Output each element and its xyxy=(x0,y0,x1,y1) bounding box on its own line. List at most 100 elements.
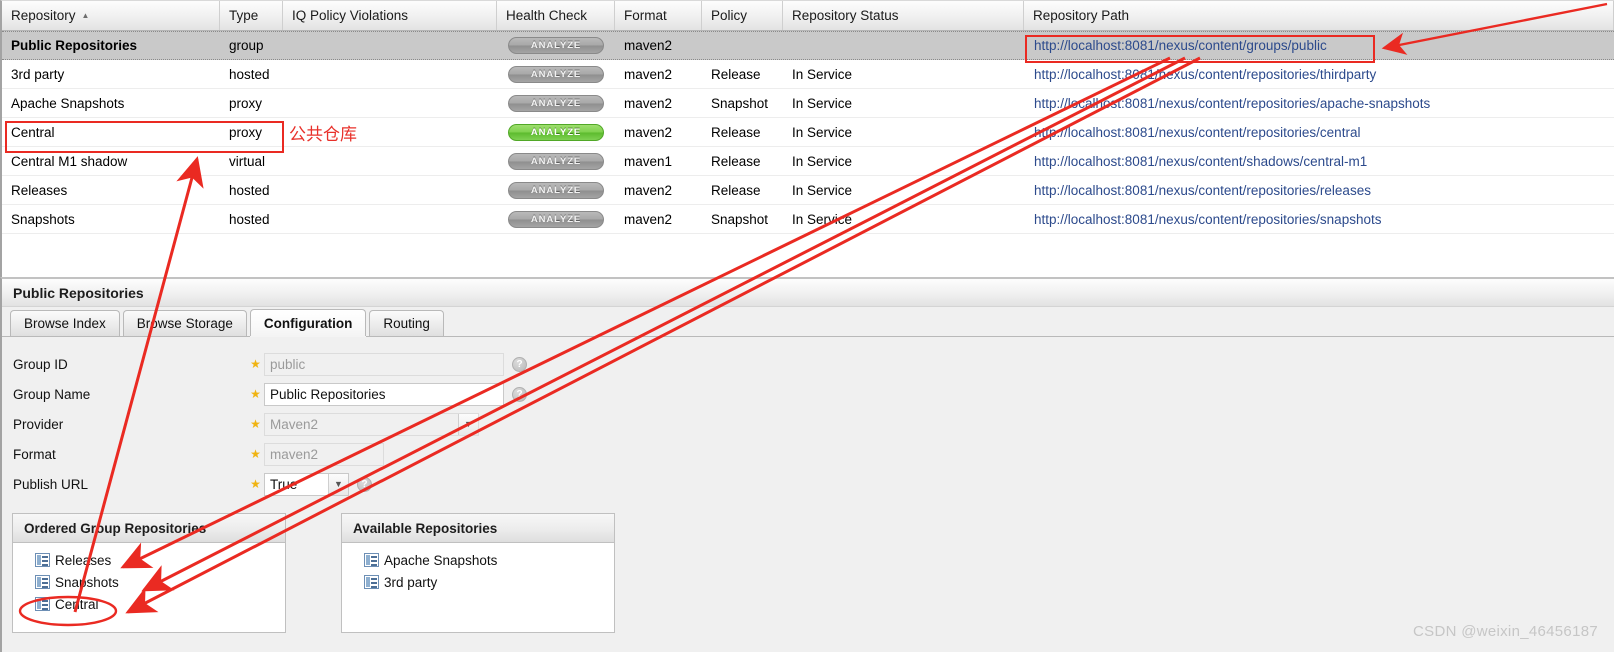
help-icon[interactable]: ? xyxy=(512,356,527,372)
cell-type: virtual xyxy=(229,153,266,169)
analyze-button[interactable]: ANALYZE xyxy=(508,37,604,54)
available-repository-item[interactable]: 3rd party xyxy=(342,571,614,593)
available-repository-item-label: Apache Snapshots xyxy=(384,552,498,568)
tab-browse-storage[interactable]: Browse Storage xyxy=(122,310,247,336)
analyze-button[interactable]: ANALYZE xyxy=(508,152,604,170)
tab-configuration[interactable]: Configuration xyxy=(249,309,367,336)
cell-type: proxy xyxy=(229,95,263,111)
column-header-type[interactable]: Type xyxy=(220,1,283,30)
column-header-policy[interactable]: Policy xyxy=(702,1,783,30)
publish-url-label: Publish URL xyxy=(13,476,89,492)
column-header-repository-path[interactable]: Repository Path xyxy=(1024,1,1614,30)
cell-repository-path: http://localhost:8081/nexus/content/repo… xyxy=(1034,182,1371,198)
available-repositories-panel: Available Repositories Apache Snapshots 3… xyxy=(341,513,615,633)
publish-url-selected-value: True xyxy=(270,476,298,492)
cell-policy xyxy=(702,32,783,59)
column-header-health-check[interactable]: Health Check xyxy=(497,1,615,30)
cell-format: maven2 xyxy=(624,211,673,227)
ordered-repository-item-label: Releases xyxy=(55,552,112,568)
cell-health-check: ANALYZE xyxy=(497,89,615,117)
analyze-button[interactable]: ANALYZE xyxy=(508,123,604,141)
table-row[interactable]: Public Repositories group ANALYZE maven2 htt… xyxy=(2,31,1614,60)
cell-repository-name: Releases xyxy=(11,182,68,198)
cell-repository-path: http://localhost:8081/nexus/content/repo… xyxy=(1034,95,1431,111)
cell-iq-policy-violations xyxy=(283,176,497,204)
format-input[interactable]: maven2 xyxy=(264,442,384,466)
cell-policy: Snapshot xyxy=(711,95,769,111)
analyze-button[interactable]: ANALYZE xyxy=(508,65,604,83)
cell-policy: Release xyxy=(711,153,761,169)
table-row[interactable]: Apache Snapshots proxy ANALYZE maven2 Snapsh… xyxy=(2,89,1614,118)
ordered-repository-item[interactable]: Snapshots xyxy=(13,571,285,593)
ordered-repository-item-label: Central xyxy=(55,596,99,612)
table-row[interactable]: 3rd party hosted ANALYZE maven2 Release In Se… xyxy=(2,60,1614,89)
cell-iq-policy-violations xyxy=(283,147,497,175)
configuration-form: Group ID ★ public ? Group Name ★ Public … xyxy=(2,337,1614,633)
table-row[interactable]: Snapshots hosted ANALYZE maven2 Snapshot In S… xyxy=(2,205,1614,234)
cell-policy: Snapshot xyxy=(711,211,769,227)
chinese-annotation-label: 公共仓库 xyxy=(289,125,357,145)
field-row-format: Format ★ maven2 xyxy=(2,439,1614,469)
group-id-label: Group ID xyxy=(13,356,68,372)
cell-repository-path: http://localhost:8081/nexus/content/repo… xyxy=(1034,66,1377,82)
cell-format: maven2 xyxy=(624,182,673,198)
cell-type: hosted xyxy=(229,211,270,227)
group-id-input[interactable]: public xyxy=(264,352,504,376)
column-header-format[interactable]: Format xyxy=(615,1,702,30)
required-star-icon: ★ xyxy=(250,417,261,431)
grid-header-row: Repository ▲ Type IQ Policy Violations H… xyxy=(2,1,1614,31)
cell-repository-status: In Service xyxy=(792,182,853,198)
cell-repository-status: In Service xyxy=(792,211,853,227)
analyze-button[interactable]: ANALYZE xyxy=(508,181,604,199)
column-header-iq-policy-violations[interactable]: IQ Policy Violations xyxy=(283,1,497,30)
cell-repository-status: In Service xyxy=(792,124,853,140)
cell-type: hosted xyxy=(229,66,270,82)
provider-select[interactable]: Maven2 ▼ xyxy=(264,412,479,436)
ordered-repository-item[interactable]: Central xyxy=(13,593,285,615)
field-row-provider: Provider ★ Maven2 ▼ xyxy=(2,409,1614,439)
repository-selection-panels: Ordered Group Repositories Releases Snaps… xyxy=(2,513,1614,633)
provider-label: Provider xyxy=(13,416,64,432)
cell-repository-name: Snapshots xyxy=(11,211,75,227)
cell-repository-path: http://localhost:8081/nexus/content/grou… xyxy=(1034,38,1327,53)
cell-iq-policy-violations xyxy=(283,60,497,88)
chevron-down-icon[interactable]: ▼ xyxy=(328,473,348,495)
column-header-repository[interactable]: Repository ▲ xyxy=(2,1,220,30)
cell-health-check: ANALYZE xyxy=(497,60,615,88)
available-repository-item[interactable]: Apache Snapshots xyxy=(342,549,614,571)
repository-icon xyxy=(364,553,379,567)
cell-type: hosted xyxy=(229,182,270,198)
table-row[interactable]: Central proxy ANALYZE maven2 Release In Servi… xyxy=(2,118,1614,147)
group-name-label: Group Name xyxy=(13,386,91,402)
cell-health-check: ANALYZE xyxy=(497,147,615,175)
ordered-repository-item-label: Snapshots xyxy=(55,574,119,590)
analyze-button[interactable]: ANALYZE xyxy=(508,94,604,112)
help-icon[interactable]: ? xyxy=(512,386,527,402)
table-row[interactable]: Releases hosted ANALYZE maven2 Release In Ser… xyxy=(2,176,1614,205)
tab-routing[interactable]: Routing xyxy=(369,310,444,336)
grid-empty-area xyxy=(2,234,1614,276)
cell-format: maven2 xyxy=(624,66,673,82)
chevron-down-icon[interactable]: ▼ xyxy=(458,413,478,435)
ordered-repository-item[interactable]: Releases xyxy=(13,549,285,571)
tab-browse-index[interactable]: Browse Index xyxy=(10,310,120,336)
cell-iq-policy-violations xyxy=(283,89,497,117)
cell-format: maven2 xyxy=(624,124,673,140)
ordered-group-repositories-title: Ordered Group Repositories xyxy=(13,514,285,543)
cell-repository-status: In Service xyxy=(792,153,853,169)
cell-repository-status: In Service xyxy=(792,66,853,82)
column-header-repository-status[interactable]: Repository Status xyxy=(783,1,1024,30)
table-row[interactable]: Central M1 shadow virtual ANALYZE maven1 Rel… xyxy=(2,147,1614,176)
cell-health-check: ANALYZE xyxy=(497,118,615,146)
cell-format: maven1 xyxy=(624,153,673,169)
field-row-group-name: Group Name ★ Public Repositories ? xyxy=(2,379,1614,409)
cell-health-check: ANALYZE xyxy=(497,205,615,233)
cell-repository-status xyxy=(783,32,1024,59)
cell-repository-name: Public Repositories xyxy=(11,38,138,53)
publish-url-select[interactable]: True ▼ xyxy=(264,472,349,496)
cell-policy: Release xyxy=(711,66,761,82)
analyze-button[interactable]: ANALYZE xyxy=(508,210,604,228)
cell-policy: Release xyxy=(711,124,761,140)
group-name-input[interactable]: Public Repositories xyxy=(264,382,504,406)
help-icon[interactable]: ? xyxy=(357,476,372,492)
